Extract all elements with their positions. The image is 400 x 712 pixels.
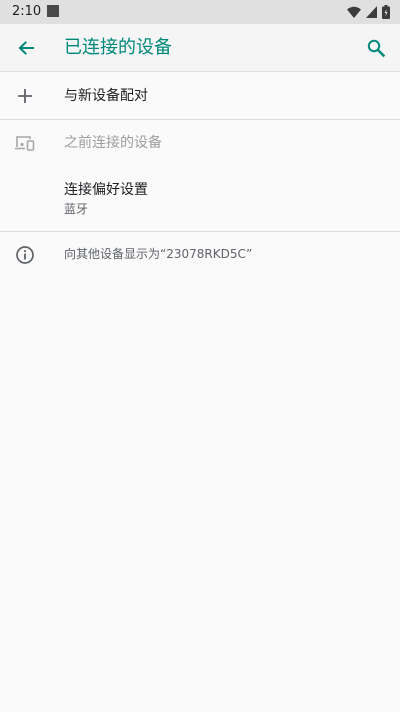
pair-new-device-item[interactable]: 与新设备配对 [0,73,400,119]
signal-icon [366,6,377,18]
back-button[interactable] [12,34,40,62]
connection-preferences-summary: 蓝牙 [64,202,89,216]
previously-connected-devices-item[interactable]: 之前连接的设备 [0,120,400,166]
status-bar: 2:10 [0,0,400,24]
plus-icon [13,84,37,108]
battery-icon [382,5,390,19]
back-arrow-icon [18,41,34,55]
connection-preferences-label: 连接偏好设置 [64,182,148,198]
info-icon [13,243,37,267]
device-visibility-info: 向其他设备显示为“23078RKD5C” [0,232,400,278]
search-button[interactable] [362,34,390,62]
devices-icon [13,131,37,155]
app-toolbar: 已连接的设备 [0,24,400,72]
device-visibility-text: 向其他设备显示为“23078RKD5C” [64,247,253,261]
status-time: 2:10 [12,4,42,19]
page-title: 已连接的设备 [64,37,172,58]
search-icon [367,39,386,58]
pair-new-device-label: 与新设备配对 [64,88,148,104]
notification-square-icon [47,5,59,17]
wifi-icon [347,6,361,18]
status-icons [347,4,390,20]
connection-preferences-item[interactable]: 连接偏好设置 蓝牙 [0,166,400,230]
previously-connected-devices-label: 之前连接的设备 [64,135,162,151]
